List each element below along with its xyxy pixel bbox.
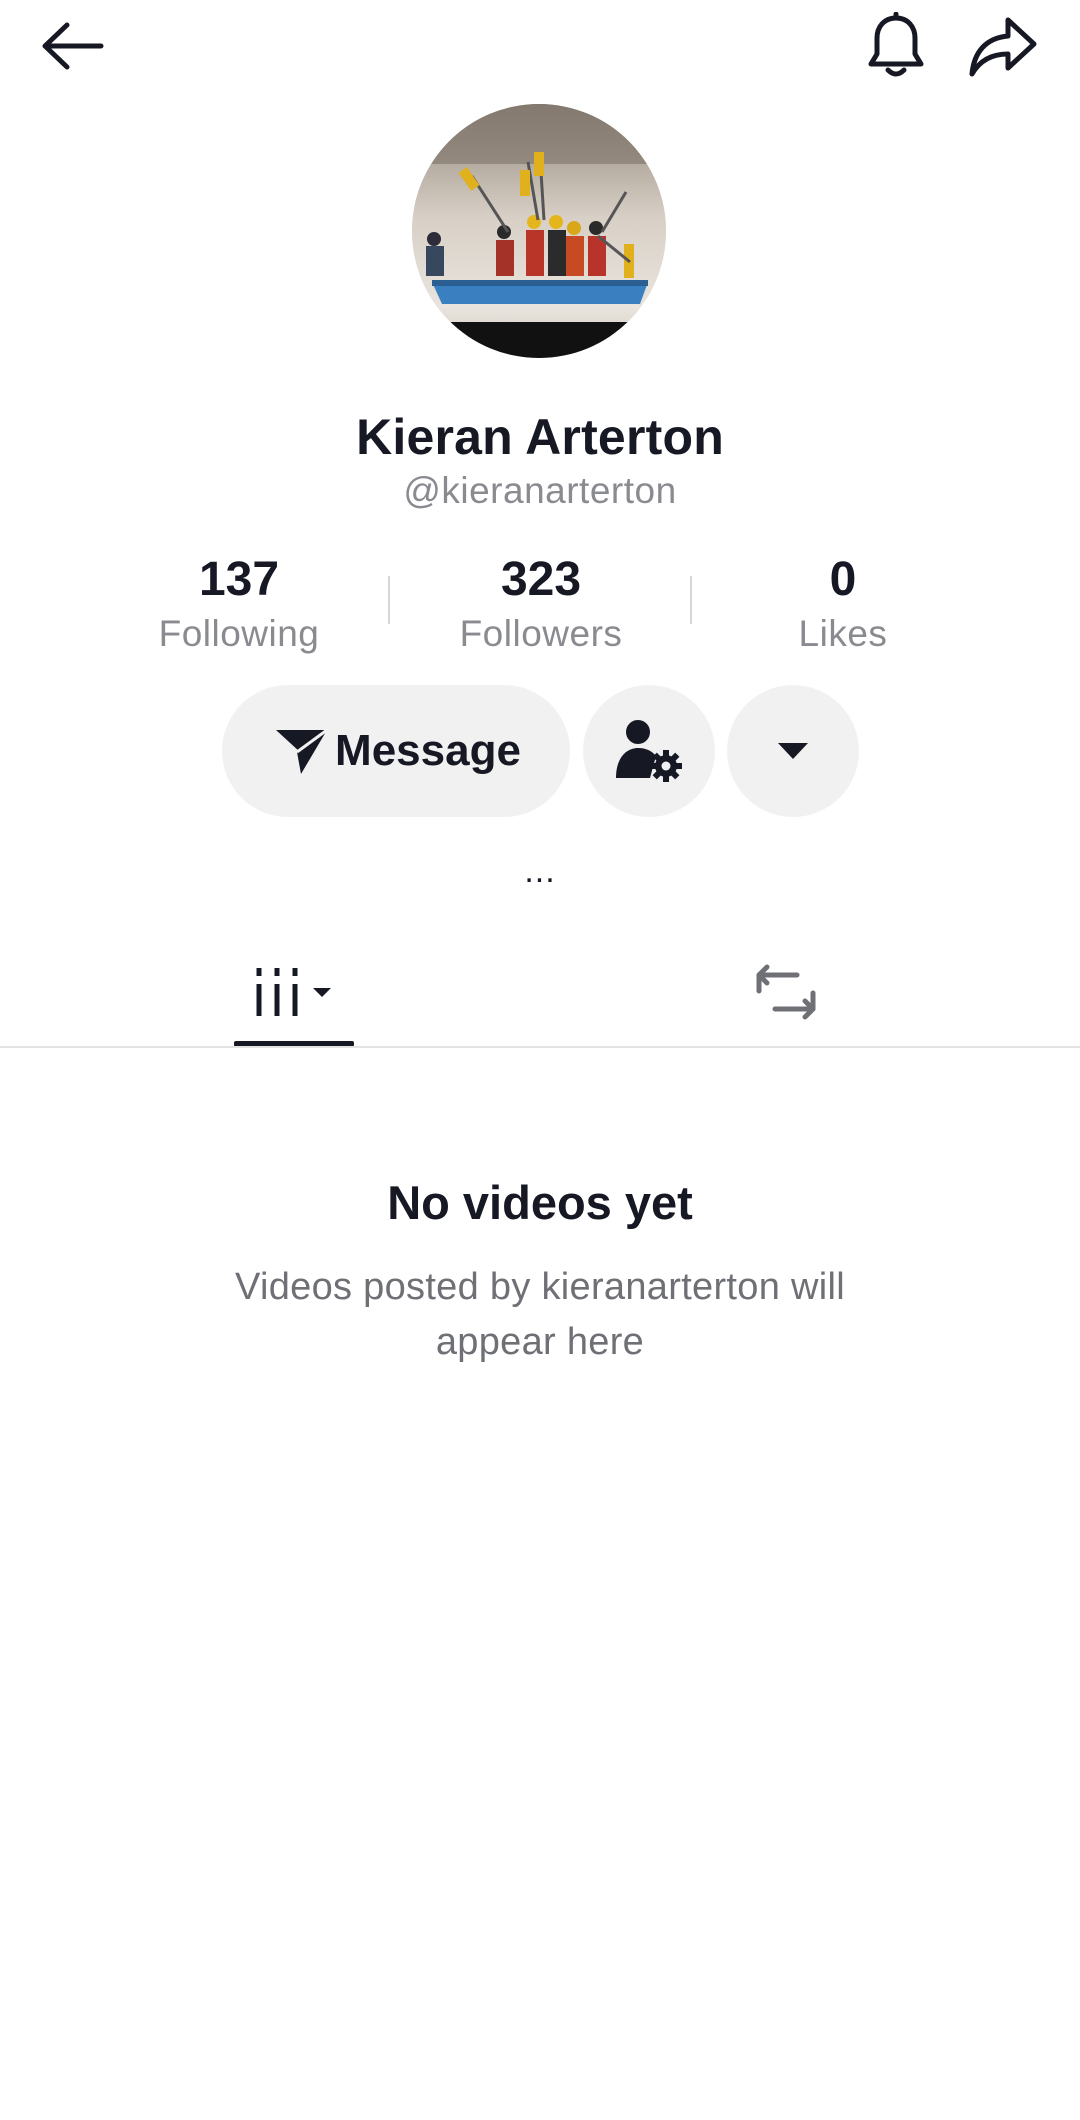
repost-icon	[756, 964, 816, 1020]
avatar-photo	[412, 104, 666, 358]
back-button[interactable]	[30, 14, 114, 78]
likes-label: Likes	[798, 613, 888, 654]
message-label: Message	[335, 726, 521, 775]
username: @kieranarterton	[403, 470, 677, 511]
followers-count: 323	[500, 553, 582, 606]
message-button[interactable]: Message	[222, 685, 570, 817]
followers-label: Followers	[459, 613, 623, 654]
tab-reposts[interactable]	[672, 940, 900, 1044]
stat-following[interactable]: 137 Following	[119, 550, 359, 658]
empty-state-subtitle: Videos posted by kieranarterton will app…	[235, 1266, 845, 1363]
display-name: Kieran Arterton	[356, 409, 724, 465]
more-bio-indicator[interactable]: ...	[0, 852, 1080, 891]
following-count: 137	[198, 553, 280, 606]
more-options-button[interactable]	[727, 685, 859, 817]
likes-count: 0	[829, 553, 857, 606]
stat-followers[interactable]: 323 Followers	[421, 550, 661, 658]
share-button[interactable]	[962, 10, 1042, 82]
arrow-left-icon	[42, 22, 104, 70]
notifications-button[interactable]	[858, 8, 934, 84]
following-label: Following	[158, 613, 320, 654]
person-gear-icon	[616, 720, 682, 782]
grid-videos-icon	[256, 968, 331, 1016]
stat-divider	[690, 576, 692, 624]
stat-likes[interactable]: 0 Likes	[723, 550, 963, 658]
send-icon	[271, 728, 328, 774]
triangle-down-icon	[778, 743, 808, 759]
profile-avatar[interactable]	[412, 104, 666, 358]
tab-videos[interactable]	[180, 940, 408, 1044]
tabs-divider	[0, 1046, 1080, 1048]
share-arrow-icon	[969, 17, 1037, 77]
stat-divider	[388, 576, 390, 624]
empty-state-title: No videos yet	[387, 1176, 693, 1229]
friend-settings-button[interactable]	[583, 685, 715, 817]
bell-icon	[868, 12, 924, 77]
